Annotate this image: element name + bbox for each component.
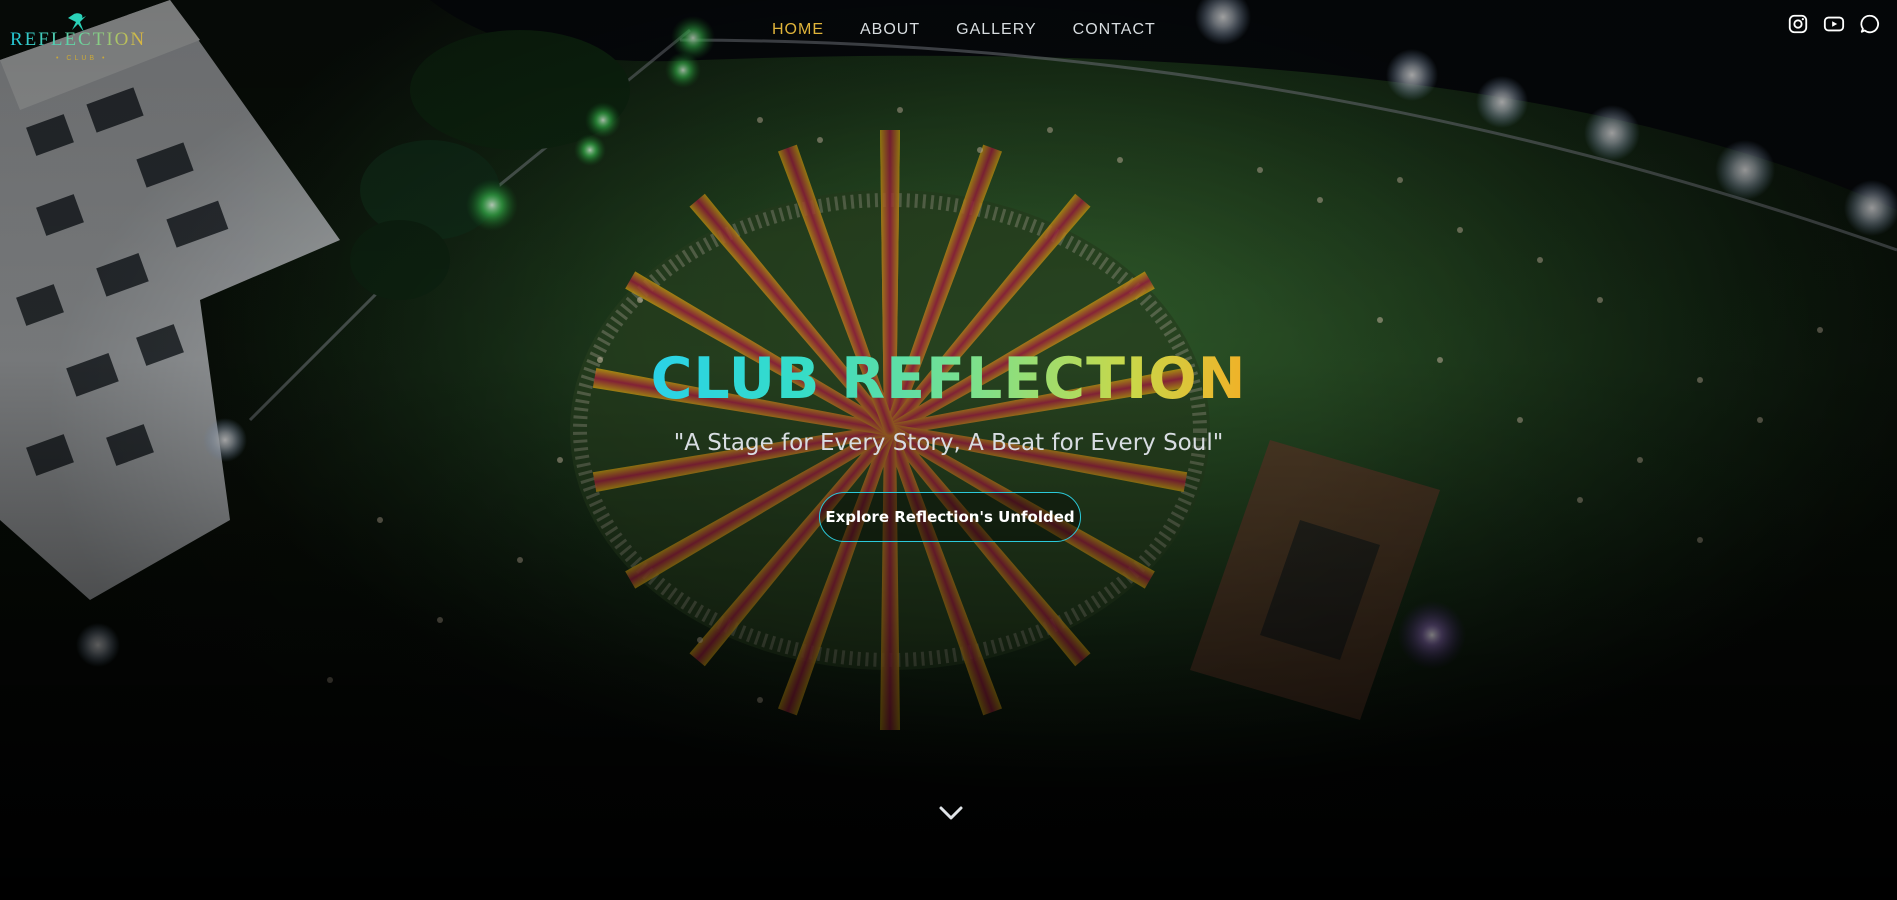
nav-contact[interactable]: CONTACT <box>1073 21 1156 39</box>
nav-home[interactable]: HOME <box>772 21 824 39</box>
whatsapp-icon[interactable] <box>1859 13 1881 35</box>
instagram-icon[interactable] <box>1787 13 1809 35</box>
hero-title-text: CLUB REFLECTION <box>650 346 1247 412</box>
social-links <box>1787 13 1881 35</box>
logo-subtext: • CLUB • <box>56 55 108 62</box>
nav-about[interactable]: ABOUT <box>860 21 920 39</box>
main-nav: HOME ABOUT GALLERY CONTACT <box>772 21 1192 39</box>
explore-button[interactable]: Explore Reflection's Unfolded <box>819 492 1081 542</box>
chevron-down-icon[interactable] <box>938 803 964 823</box>
hero-title: CLUB REFLECTION <box>0 346 1897 412</box>
hero-tagline: "A Stage for Every Story, A Beat for Eve… <box>673 430 1224 456</box>
logo-text: REFLECTION <box>10 29 147 50</box>
nav-gallery[interactable]: GALLERY <box>956 21 1037 39</box>
logo[interactable]: REFLECTION • CLUB • <box>8 12 148 64</box>
youtube-icon[interactable] <box>1823 13 1845 35</box>
navbar: REFLECTION • CLUB • HOME ABOUT GALLERY C… <box>0 0 1897 64</box>
